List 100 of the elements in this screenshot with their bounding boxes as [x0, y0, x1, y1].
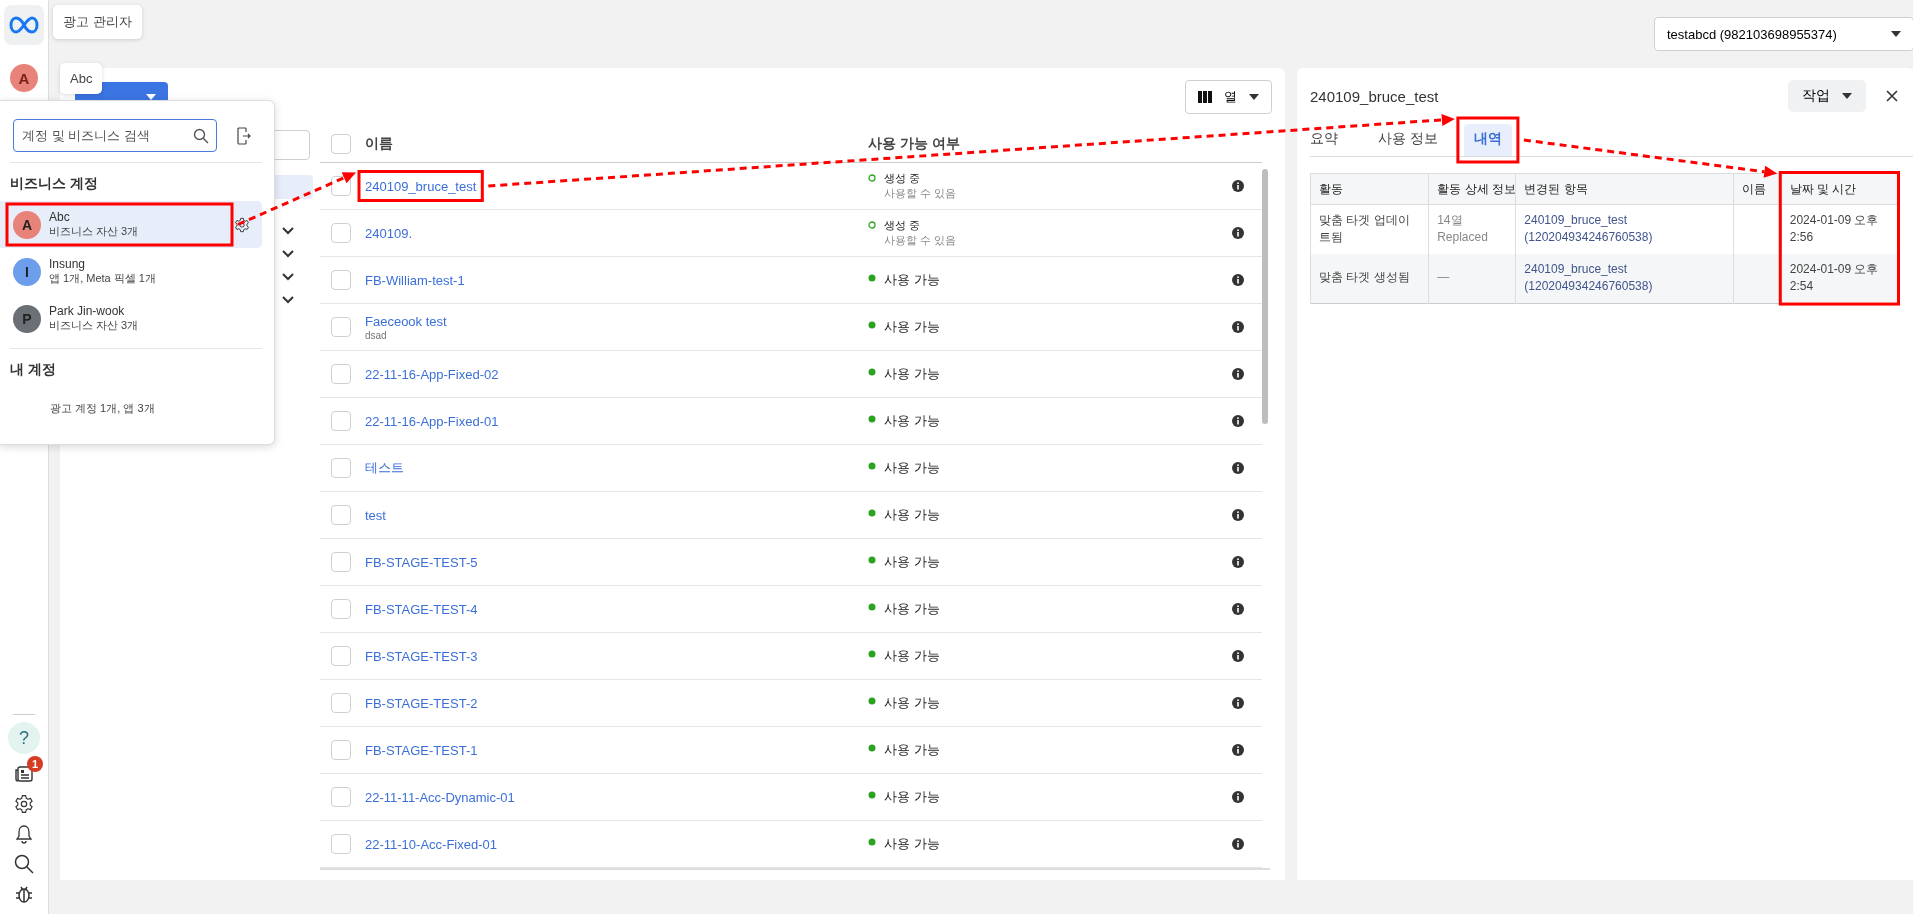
- row-checkbox[interactable]: [331, 787, 351, 807]
- audience-name-link[interactable]: 22-11-16-App-Fixed-01: [365, 412, 499, 430]
- info-icon[interactable]: [1232, 509, 1244, 521]
- account-item[interactable]: P Park Jin-wook 비즈니스 자산 3개: [0, 295, 262, 342]
- account-name: Insung: [49, 257, 87, 271]
- account-name: Park Jin-wook: [49, 304, 126, 318]
- settings-icon[interactable]: [234, 216, 250, 233]
- scrollbar-thumb[interactable]: [1262, 169, 1268, 424]
- info-icon[interactable]: [1232, 650, 1244, 662]
- status-label: 사용 가능: [884, 271, 940, 289]
- row-checkbox[interactable]: [331, 270, 351, 290]
- row-checkbox[interactable]: [331, 411, 351, 431]
- search-icon[interactable]: [14, 854, 34, 874]
- status-dot-icon: [868, 791, 876, 799]
- row-checkbox[interactable]: [331, 599, 351, 619]
- account-select[interactable]: testabcd (982103698955374): [1654, 17, 1913, 51]
- chevron-down-icon[interactable]: [282, 250, 294, 258]
- account-item[interactable]: I Insung 앱 1개, Meta 픽셀 1개: [0, 248, 262, 295]
- caret-icon: [1249, 93, 1259, 100]
- audience-name-link[interactable]: 240109.: [365, 224, 412, 242]
- info-icon[interactable]: [1232, 415, 1244, 427]
- audience-name-link[interactable]: FB-STAGE-TEST-4: [365, 600, 478, 618]
- audience-name-link[interactable]: FB-STAGE-TEST-1: [365, 741, 478, 759]
- tab[interactable]: 사용 정보: [1364, 124, 1452, 156]
- info-icon[interactable]: [1232, 227, 1244, 239]
- bug-icon[interactable]: [14, 884, 34, 904]
- info-icon[interactable]: [1232, 744, 1244, 756]
- audience-name-link[interactable]: 22-11-11-Acc-Dynamic-01: [365, 788, 515, 806]
- audience-name-link[interactable]: FB-William-test-1: [365, 271, 465, 289]
- chevron-down-icon[interactable]: [282, 296, 294, 304]
- status-label: 사용 가능: [884, 506, 940, 524]
- logout-icon[interactable]: [237, 126, 251, 145]
- column-header[interactable]: 사용 가능 여부: [868, 134, 1232, 153]
- audience-name-link[interactable]: FB-STAGE-TEST-5: [365, 553, 478, 571]
- column-header: 변경된 항목: [1515, 173, 1734, 205]
- row-checkbox[interactable]: [331, 317, 351, 337]
- chevron-down-icon[interactable]: [282, 227, 294, 235]
- status-label: 사용 가능: [884, 459, 940, 477]
- row-checkbox[interactable]: [331, 693, 351, 713]
- audience-name-link[interactable]: 240109_bruce_test: [365, 177, 477, 195]
- audience-name-link[interactable]: FB-STAGE-TEST-3: [365, 647, 478, 665]
- status-label: 생성 중: [884, 171, 922, 186]
- status-label: 사용 가능: [884, 365, 940, 383]
- caret-icon: [1891, 31, 1901, 37]
- search-field[interactable]: 계정 및 비즈니스 검색: [13, 119, 217, 152]
- audience-description: dsad: [365, 330, 387, 341]
- column-header[interactable]: 이름: [365, 134, 868, 153]
- tab[interactable]: 요약: [1310, 124, 1352, 156]
- meta-logo[interactable]: [4, 5, 44, 45]
- status-dot-icon: [868, 462, 876, 470]
- account-detail[interactable]: 광고 계정 1개, 앱 3개: [10, 387, 262, 416]
- row-checkbox[interactable]: [331, 505, 351, 525]
- row-checkbox[interactable]: [331, 458, 351, 478]
- audience-name-link[interactable]: Faeceook test: [365, 313, 447, 330]
- info-icon[interactable]: [1232, 462, 1244, 474]
- row-checkbox[interactable]: [331, 364, 351, 384]
- info-icon[interactable]: [1232, 791, 1244, 803]
- select-all-checkbox[interactable]: [331, 133, 351, 154]
- audience-name-link[interactable]: FB-STAGE-TEST-2: [365, 694, 478, 712]
- row-checkbox[interactable]: [331, 834, 351, 854]
- audience-name-link[interactable]: 테스트: [365, 458, 404, 478]
- table-cell: 2024-01-09 오후 2:54: [1781, 253, 1898, 304]
- audience-name-link[interactable]: test: [365, 506, 386, 524]
- close-icon[interactable]: [1886, 90, 1898, 102]
- info-icon[interactable]: [1232, 368, 1244, 380]
- table-cell: 14열 Replaced: [1428, 204, 1516, 254]
- info-icon[interactable]: [1232, 274, 1244, 286]
- caret-icon: [1842, 93, 1852, 99]
- notification-badge: 1: [27, 756, 43, 772]
- status-dot-icon: [868, 321, 876, 329]
- actions-button[interactable]: 작업: [1788, 80, 1866, 112]
- info-icon[interactable]: [1232, 697, 1244, 709]
- row-checkbox[interactable]: [331, 552, 351, 572]
- row-checkbox[interactable]: [331, 740, 351, 760]
- row-checkbox[interactable]: [331, 223, 351, 243]
- chevron-down-icon[interactable]: [282, 273, 294, 281]
- info-icon[interactable]: [1232, 838, 1244, 850]
- info-icon[interactable]: [1232, 603, 1244, 615]
- changed-item-link[interactable]: 240109_bruce_test (120204934246760538): [1524, 212, 1725, 247]
- info-icon[interactable]: [1232, 556, 1244, 568]
- tab[interactable]: 내역: [1463, 124, 1512, 156]
- avatar: P: [13, 304, 41, 333]
- help-button[interactable]: ?: [8, 722, 40, 754]
- account-avatar[interactable]: A: [10, 64, 38, 92]
- news-icon[interactable]: [14, 764, 34, 784]
- columns-button[interactable]: 열: [1185, 79, 1272, 114]
- section-title: 비즈니스 계정: [10, 174, 99, 193]
- status-ring-icon: [868, 174, 876, 182]
- audience-name-link[interactable]: 22-11-16-App-Fixed-02: [365, 365, 499, 383]
- settings-icon[interactable]: [14, 794, 34, 814]
- row-checkbox[interactable]: [331, 646, 351, 666]
- info-icon[interactable]: [1232, 321, 1244, 333]
- info-icon[interactable]: [1232, 180, 1244, 192]
- status-dot-icon: [868, 556, 876, 564]
- columns-icon: [1198, 90, 1212, 103]
- status-label: 사용 가능: [884, 694, 940, 712]
- audience-name-link[interactable]: 22-11-10-Acc-Fixed-01: [365, 835, 497, 853]
- panel-title: 240109_bruce_test: [1310, 87, 1440, 105]
- status-dot-icon: [868, 509, 876, 517]
- bell-icon[interactable]: [15, 824, 33, 844]
